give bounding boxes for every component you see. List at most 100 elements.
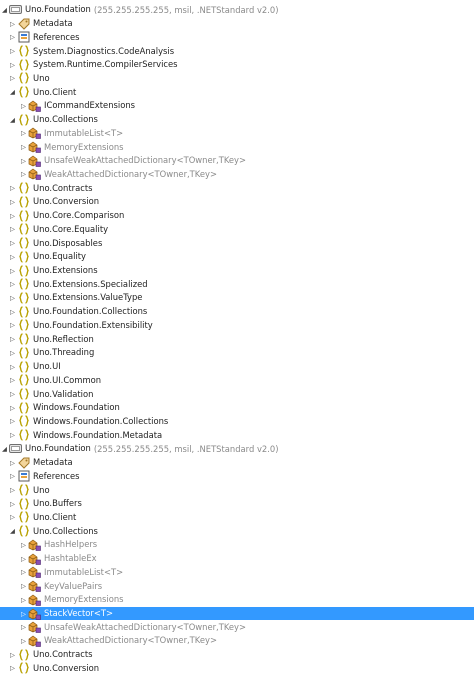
node-metadata-2[interactable]: ▷ Metadata <box>0 456 474 470</box>
assembly-uno-foundation[interactable]: ◢ Uno.Foundation (255.255.255.255, msil, .… <box>0 3 474 17</box>
type-weakattacheddictionary-2[interactable]: ▷ WeakAttachedDictionary<TOwner,TKey> <box>0 634 474 648</box>
node-metadata[interactable]: ▷ Metadata <box>0 17 474 31</box>
ns-uno-threading[interactable]: ▷ Uno.Threading <box>0 346 474 360</box>
type-memoryextensions[interactable]: ▷ MemoryExtensions <box>0 140 474 154</box>
ns-windows-foundation-metadata[interactable]: ▷ Windows.Foundation.Metadata <box>0 428 474 442</box>
ns-uno-equality[interactable]: ▷ Uno.Equality <box>0 250 474 264</box>
type-memoryextensions-2[interactable]: ▷ MemoryExtensions <box>0 593 474 607</box>
collapsed-arrow-icon[interactable]: ▷ <box>8 223 17 236</box>
collapsed-arrow-icon[interactable]: ▷ <box>8 470 17 483</box>
collapsed-arrow-icon[interactable]: ▷ <box>19 593 28 606</box>
ns-uno-2[interactable]: ▷ Uno <box>0 483 474 497</box>
namespace-icon <box>17 347 30 359</box>
ns-uno-client[interactable]: ◢ Uno.Client <box>0 85 474 99</box>
ns-system-diagnostics-codeanalysis[interactable]: ▷ System.Diagnostics.CodeAnalysis <box>0 44 474 58</box>
ns-uno-core-comparison[interactable]: ▷ Uno.Core.Comparison <box>0 209 474 223</box>
collapsed-arrow-icon[interactable]: ▷ <box>8 360 17 373</box>
collapsed-arrow-icon[interactable]: ▷ <box>8 31 17 44</box>
ns-uno[interactable]: ▷ Uno <box>0 72 474 86</box>
collapsed-arrow-icon[interactable]: ▷ <box>8 374 17 387</box>
ns-uno-validation[interactable]: ▷ Uno.Validation <box>0 387 474 401</box>
type-unsafeweakattacheddictionary-2[interactable]: ▷ UnsafeWeakAttachedDictionary<TOwner,TKe… <box>0 620 474 634</box>
collapsed-arrow-icon[interactable]: ▷ <box>19 566 28 579</box>
collapsed-arrow-icon[interactable]: ▷ <box>8 291 17 304</box>
ns-uno-buffers[interactable]: ▷ Uno.Buffers <box>0 497 474 511</box>
ns-uno-foundation-collections[interactable]: ▷ Uno.Foundation.Collections <box>0 305 474 319</box>
expanded-arrow-icon[interactable]: ◢ <box>0 3 9 16</box>
type-hashhelpers[interactable]: ▷ HashHelpers <box>0 538 474 552</box>
collapsed-arrow-icon[interactable]: ▷ <box>8 278 17 291</box>
node-references[interactable]: ▷ References <box>0 30 474 44</box>
expanded-arrow-icon[interactable]: ◢ <box>0 442 9 455</box>
node-references-2[interactable]: ▷ References <box>0 469 474 483</box>
ns-uno-contracts-2[interactable]: ▷ Uno.Contracts <box>0 648 474 662</box>
collapsed-arrow-icon[interactable]: ▷ <box>8 333 17 346</box>
expanded-arrow-icon[interactable]: ◢ <box>8 113 17 126</box>
collapsed-arrow-icon[interactable]: ▷ <box>19 621 28 634</box>
ns-uno-reflection[interactable]: ▷ Uno.Reflection <box>0 332 474 346</box>
collapsed-arrow-icon[interactable]: ▷ <box>8 662 17 675</box>
collapsed-arrow-icon[interactable]: ▷ <box>19 141 28 154</box>
expanded-arrow-icon[interactable]: ◢ <box>8 86 17 99</box>
collapsed-arrow-icon[interactable]: ▷ <box>8 511 17 524</box>
collapsed-arrow-icon[interactable]: ▷ <box>8 415 17 428</box>
collapsed-arrow-icon[interactable]: ▷ <box>19 580 28 593</box>
ns-uno-foundation-extensibility[interactable]: ▷ Uno.Foundation.Extensibility <box>0 319 474 333</box>
collapsed-arrow-icon[interactable]: ▷ <box>19 538 28 551</box>
ns-uno-disposables[interactable]: ▷ Uno.Disposables <box>0 236 474 250</box>
expanded-arrow-icon[interactable]: ◢ <box>8 525 17 538</box>
collapsed-arrow-icon[interactable]: ▷ <box>8 250 17 263</box>
ns-uno-extensions-valuetype[interactable]: ▷ Uno.Extensions.ValueType <box>0 291 474 305</box>
type-keyvaluepairs[interactable]: ▷ KeyValuePairs <box>0 579 474 593</box>
ns-uno-extensions[interactable]: ▷ Uno.Extensions <box>0 264 474 278</box>
type-weakattacheddictionary[interactable]: ▷ WeakAttachedDictionary<TOwner,TKey> <box>0 168 474 182</box>
collapsed-arrow-icon[interactable]: ▷ <box>8 195 17 208</box>
ns-uno-core-equality[interactable]: ▷ Uno.Core.Equality <box>0 223 474 237</box>
ns-uno-client-2[interactable]: ▷ Uno.Client <box>0 511 474 525</box>
collapsed-arrow-icon[interactable]: ▷ <box>8 319 17 332</box>
collapsed-arrow-icon[interactable]: ▷ <box>8 58 17 71</box>
collapsed-arrow-icon[interactable]: ▷ <box>8 182 17 195</box>
collapsed-arrow-icon[interactable]: ▷ <box>8 401 17 414</box>
collapsed-arrow-icon[interactable]: ▷ <box>8 17 17 30</box>
ns-uno-contracts[interactable]: ▷ Uno.Contracts <box>0 181 474 195</box>
ns-uno-conversion[interactable]: ▷ Uno.Conversion <box>0 195 474 209</box>
collapsed-arrow-icon[interactable]: ▷ <box>19 607 28 620</box>
collapsed-arrow-icon[interactable]: ▷ <box>19 552 28 565</box>
collapsed-arrow-icon[interactable]: ▷ <box>8 305 17 318</box>
type-unsafeweakattacheddictionary[interactable]: ▷ UnsafeWeakAttachedDictionary<TOwner,TKe… <box>0 154 474 168</box>
collapsed-arrow-icon[interactable]: ▷ <box>8 484 17 497</box>
collapsed-arrow-icon[interactable]: ▷ <box>8 429 17 442</box>
namespace-icon <box>17 525 30 537</box>
type-immutablelist-2[interactable]: ▷ ImmutableList<T> <box>0 566 474 580</box>
collapsed-arrow-icon[interactable]: ▷ <box>8 209 17 222</box>
collapsed-arrow-icon[interactable]: ▷ <box>8 45 17 58</box>
collapsed-arrow-icon[interactable]: ▷ <box>8 648 17 661</box>
collapsed-arrow-icon[interactable]: ▷ <box>8 388 17 401</box>
ns-uno-collections-2[interactable]: ◢ Uno.Collections <box>0 524 474 538</box>
ns-windows-foundation-collections[interactable]: ▷ Windows.Foundation.Collections <box>0 415 474 429</box>
collapsed-arrow-icon[interactable]: ▷ <box>19 168 28 181</box>
collapsed-arrow-icon[interactable]: ▷ <box>19 127 28 140</box>
type-hashtableex[interactable]: ▷ HashtableEx <box>0 552 474 566</box>
ns-uno-extensions-specialized[interactable]: ▷ Uno.Extensions.Specialized <box>0 277 474 291</box>
ns-uno-ui-common[interactable]: ▷ Uno.UI.Common <box>0 373 474 387</box>
ns-uno-collections[interactable]: ◢ Uno.Collections <box>0 113 474 127</box>
collapsed-arrow-icon[interactable]: ▷ <box>8 264 17 277</box>
ns-uno-ui[interactable]: ▷ Uno.UI <box>0 360 474 374</box>
type-immutablelist[interactable]: ▷ ImmutableList<T> <box>0 126 474 140</box>
assembly-uno-foundation-2[interactable]: ◢ Uno.Foundation (255.255.255.255, msil, .… <box>0 442 474 456</box>
type-icommandextensions[interactable]: ▷ ICommandExtensions <box>0 99 474 113</box>
ns-system-runtime-compilerservices[interactable]: ▷ System.Runtime.CompilerServices <box>0 58 474 72</box>
collapsed-arrow-icon[interactable]: ▷ <box>19 99 28 112</box>
collapsed-arrow-icon[interactable]: ▷ <box>8 497 17 510</box>
ns-windows-foundation[interactable]: ▷ Windows.Foundation <box>0 401 474 415</box>
collapsed-arrow-icon[interactable]: ▷ <box>8 456 17 469</box>
type-stackvector[interactable]: ▷ StackVector<T> <box>0 606 474 621</box>
collapsed-arrow-icon[interactable]: ▷ <box>8 237 17 250</box>
ns-uno-conversion-2[interactable]: ▷ Uno.Conversion <box>0 662 474 676</box>
collapsed-arrow-icon[interactable]: ▷ <box>8 72 17 85</box>
collapsed-arrow-icon[interactable]: ▷ <box>19 634 28 647</box>
collapsed-arrow-icon[interactable]: ▷ <box>19 154 28 167</box>
collapsed-arrow-icon[interactable]: ▷ <box>8 346 17 359</box>
